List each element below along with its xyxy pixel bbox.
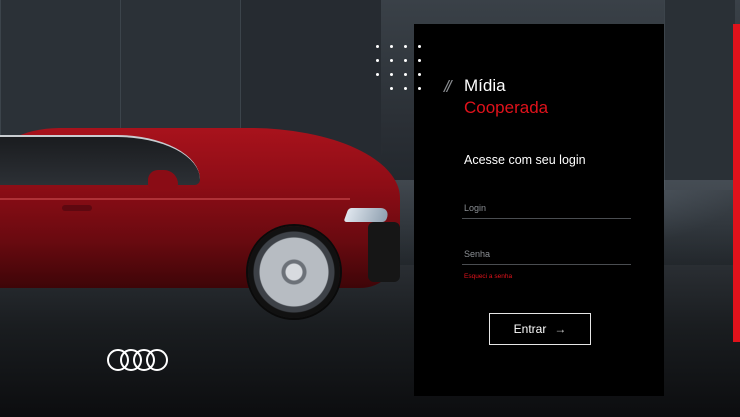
page-title-highlight: Cooperada xyxy=(464,98,549,117)
page-title: Mídia xyxy=(464,76,506,95)
car-mirror xyxy=(148,170,178,190)
accent-strip xyxy=(733,24,740,342)
login-subtitle: Acesse com seu login xyxy=(464,153,586,167)
login-submit-label: Entrar xyxy=(513,322,547,336)
background-building xyxy=(0,0,121,140)
background-building xyxy=(664,0,735,190)
car-grille xyxy=(368,222,400,282)
car-headlight xyxy=(343,208,391,222)
dots-pattern-icon xyxy=(376,45,428,91)
car-wheel xyxy=(248,226,340,318)
forgot-password-link[interactable]: Esqueci a senha xyxy=(464,273,512,280)
car-door-handle xyxy=(62,205,92,211)
login-submit-button[interactable]: Entrar → xyxy=(489,313,591,345)
arrow-right-icon: → xyxy=(554,322,567,336)
audi-rings-logo xyxy=(107,346,169,372)
title-decoration: // xyxy=(444,77,452,96)
login-input[interactable] xyxy=(462,198,631,219)
car-side-line xyxy=(0,198,350,200)
password-input[interactable] xyxy=(462,244,631,265)
